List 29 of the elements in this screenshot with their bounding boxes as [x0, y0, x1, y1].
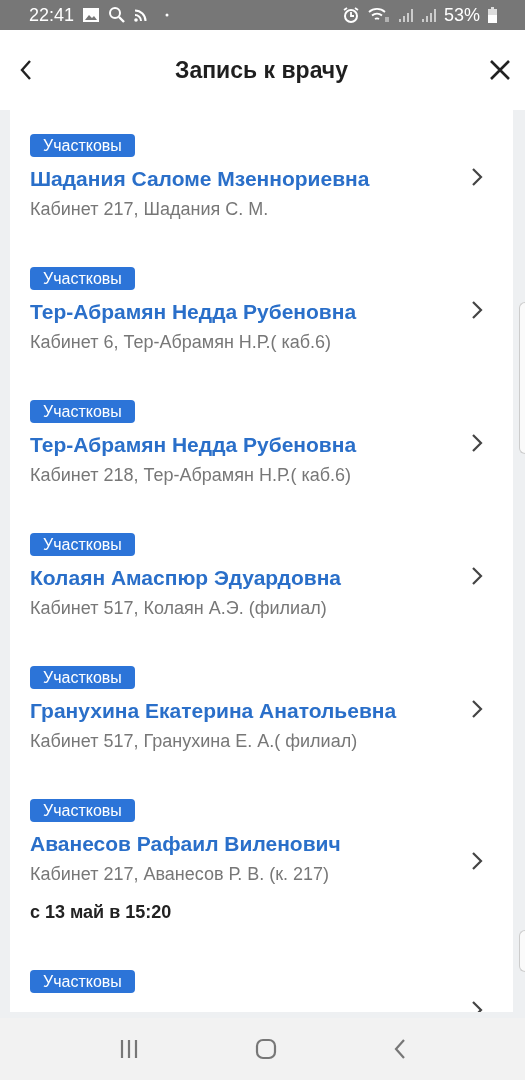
room-info: Кабинет 218, Тер-Абрамян Н.Р.( каб.6) [30, 464, 353, 486]
status-time: 22:41 [29, 4, 75, 26]
doctor-item[interactable]: Участковы Тер-Абрамян Недда Рубеновна Кабинет 218, Тер-Абрамян Н.Р.( каб.6) [10, 400, 513, 533]
doctor-name: Аванесов Рафаил Виленович [30, 831, 342, 857]
doctor-item[interactable]: Участковы Гранухина Екатерина Анатольевна Кабинет 517, Гранухина Е. А.( филиал) [10, 666, 513, 799]
appointment-date: с 13 май в 15:20 [30, 901, 173, 923]
screen-title: Запись к врачу [175, 56, 348, 84]
category-tag: Участковы [30, 799, 135, 822]
doctor-name: Тер-Абрамян Недда Рубеновна [30, 432, 358, 458]
doctor-name: Тер-Абрамян Недда Рубеновна [30, 299, 358, 325]
doctor-item[interactable]: Участковы Колаян Амаспюр Эдуардовна Кабинет 517, Колаян А.Э. (филиал) [10, 533, 513, 666]
room-info: Кабинет 217, Шадания С. М. [30, 198, 270, 220]
room-info: Кабинет 517, Гранухина Е. А.( филиал) [30, 730, 359, 752]
doctor-item[interactable]: Участковы Аванесов Рафаил Виленович Кабинет 217, Аванесов Р. В. (к. 217) с 13 май в 15:20 [10, 799, 513, 970]
doctor-name: Гранухина Екатерина Анатольевна [30, 698, 398, 724]
category-tag: Участковы [30, 970, 135, 993]
room-info: Кабинет 6, Тер-Абрамян Н.Р.( каб.6) [30, 331, 333, 353]
doctor-name: Колаян Амаспюр Эдуардовна [30, 565, 343, 591]
battery-percent: 53% [443, 4, 480, 26]
room-info: Кабинет 517, Колаян А.Э. (филиал) [30, 597, 328, 619]
category-tag: Участковы [30, 134, 135, 157]
room-info: Кабинет 217, Аванесов Р. В. (к. 217) [30, 863, 331, 885]
doctor-item[interactable]: Участковы Тер-Абрамян Недда Рубеновна Кабинет 6, Тер-Абрамян Н.Р.( каб.6) [10, 267, 513, 400]
category-tag: Участковы [30, 533, 135, 556]
doctor-name: Шадания Саломе Мзенноpиевна [30, 166, 371, 192]
category-tag: Участковы [30, 400, 135, 423]
doctor-item[interactable]: Участковы Шадания Саломе Мзенноpиевна Кабинет 217, Шадания С. М. [10, 134, 513, 267]
category-tag: Участковы [30, 666, 135, 689]
category-tag: Участковы [30, 267, 135, 290]
